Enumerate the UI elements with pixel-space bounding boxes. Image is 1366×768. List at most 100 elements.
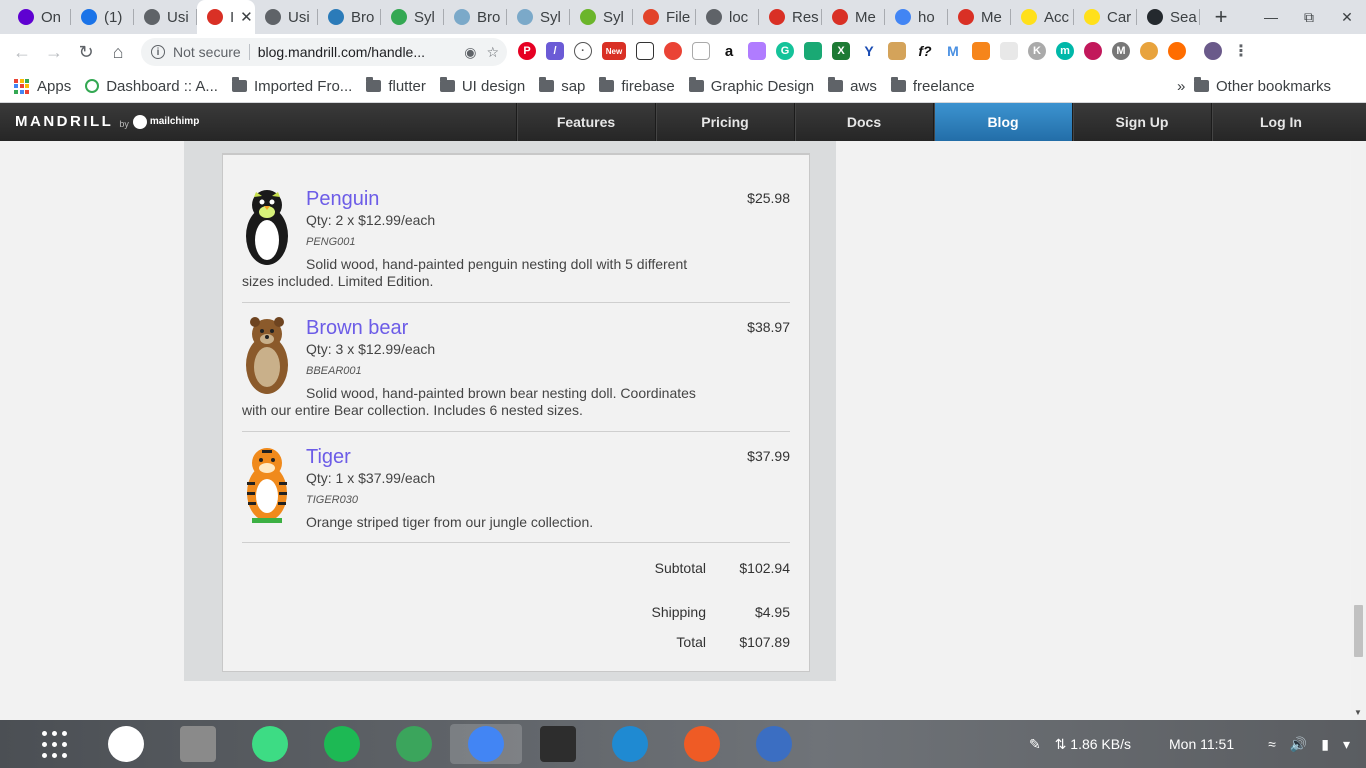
address-bar[interactable]: i Not secure blog.mandrill.com/handle...… (141, 38, 507, 66)
scroll-ext-icon[interactable]: · (574, 42, 592, 60)
back-button[interactable]: ← (6, 36, 38, 68)
forward-button[interactable]: → (38, 36, 70, 68)
blank-ext-icon[interactable] (1000, 42, 1018, 60)
dock-item[interactable] (522, 724, 594, 764)
dock-item[interactable] (90, 724, 162, 764)
browser-tab[interactable]: loc (696, 0, 759, 34)
window-ext-icon[interactable] (692, 42, 710, 60)
nav-link-log-in[interactable]: Log In (1211, 103, 1350, 141)
bottle-ext-icon[interactable] (1140, 42, 1158, 60)
dock-item[interactable] (378, 724, 450, 764)
browser-tab[interactable]: Sea (1137, 0, 1200, 34)
browser-tab[interactable]: On (8, 0, 71, 34)
restore-button[interactable]: ⧉ (1290, 0, 1328, 34)
browser-tab[interactable]: File (633, 0, 696, 34)
pinterest-icon[interactable]: P (518, 42, 536, 60)
bookmark-item[interactable]: firebase (599, 77, 675, 95)
m-ext-icon[interactable]: M (944, 42, 962, 60)
wifi-icon[interactable]: ≈ (1268, 736, 1276, 752)
mandrill-logo[interactable]: MANDRILL by mailchimp (15, 113, 199, 130)
bookmark-item[interactable]: Graphic Design (688, 77, 814, 95)
dock-item[interactable] (594, 724, 666, 764)
scroll-down-arrow[interactable]: ▼ (1354, 708, 1362, 717)
bookmarks-overflow[interactable]: » (1177, 78, 1185, 95)
bookmark-item[interactable]: aws (828, 77, 877, 95)
pencil-icon[interactable]: ✎ (1029, 736, 1041, 753)
item-title[interactable]: Penguin (306, 188, 379, 211)
browser-tab[interactable]: Me (822, 0, 885, 34)
browser-tab[interactable]: Bro (444, 0, 507, 34)
close-window-button[interactable]: ✕ (1328, 0, 1366, 34)
clock[interactable]: Mon 11:51 (1169, 736, 1234, 752)
browser-tab[interactable]: Usi (255, 0, 318, 34)
new-badge-icon[interactable]: New (602, 42, 626, 60)
menu-icon[interactable]: ⋮ (1232, 42, 1250, 60)
bookmark-item[interactable]: freelance (890, 77, 975, 95)
url-text[interactable]: blog.mandrill.com/handle... (258, 44, 425, 60)
volume-icon[interactable]: 🔊 (1290, 736, 1307, 753)
y-ext-icon[interactable]: Y (860, 42, 878, 60)
box-ext-icon[interactable] (888, 42, 906, 60)
browser-tab[interactable]: ho (885, 0, 948, 34)
dock-item[interactable] (162, 724, 234, 764)
grammarly-icon[interactable]: G (776, 42, 794, 60)
new-tab-button[interactable]: + (1206, 0, 1236, 34)
dock-item[interactable] (18, 724, 90, 764)
bookmark-item[interactable]: sap (539, 77, 585, 95)
browser-tab[interactable]: Res (759, 0, 822, 34)
nav-link-pricing[interactable]: Pricing (655, 103, 794, 141)
nav-link-blog[interactable]: Blog (933, 103, 1072, 141)
battery-icon[interactable]: ▮ (1321, 736, 1329, 753)
rocket-ext-icon[interactable] (804, 42, 822, 60)
profile-avatar[interactable] (1204, 42, 1222, 60)
browser-tab[interactable]: I ✕ (197, 0, 255, 34)
dock-item[interactable] (738, 724, 810, 764)
nav-link-features[interactable]: Features (516, 103, 655, 141)
network-speed[interactable]: ⇅ 1.86 KB/s (1055, 736, 1131, 753)
minimize-button[interactable]: — (1252, 0, 1290, 34)
metamask-icon[interactable] (972, 42, 990, 60)
bookmark-item[interactable]: UI design (439, 77, 525, 95)
close-tab-icon[interactable]: ✕ (240, 8, 253, 26)
dock-item[interactable] (666, 724, 738, 764)
browser-tab[interactable]: Acc (1011, 0, 1074, 34)
m-circle-ext-icon[interactable]: m (1056, 42, 1074, 60)
dock-item[interactable] (450, 724, 522, 764)
cookie-icon[interactable]: ◉ (464, 44, 476, 61)
browser-tab[interactable]: Usi (134, 0, 197, 34)
bookmark-item[interactable]: Dashboard :: A... (85, 78, 218, 95)
fire-ext-icon[interactable] (1168, 42, 1186, 60)
screenshot-icon[interactable] (636, 42, 654, 60)
browser-tab[interactable]: Car (1074, 0, 1137, 34)
amazon-icon[interactable]: a (720, 42, 738, 60)
k-ext-icon[interactable]: K (1028, 42, 1046, 60)
item-title[interactable]: Tiger (306, 446, 351, 469)
scrollbar-thumb[interactable] (1354, 605, 1363, 657)
bookmark-item[interactable]: Imported Fro... (231, 77, 352, 95)
browser-tab[interactable]: Me (948, 0, 1011, 34)
eyedropper-icon[interactable]: / (546, 42, 564, 60)
page-scrollbar[interactable]: ▼ (1351, 141, 1366, 720)
browser-tab[interactable]: Bro (318, 0, 381, 34)
bookmark-apps[interactable]: Apps (14, 78, 71, 95)
pen-ext-icon[interactable] (748, 42, 766, 60)
excel-ext-icon[interactable]: X (832, 42, 850, 60)
font-ext-icon[interactable]: f? (916, 42, 934, 60)
bookmark-item[interactable]: flutter (366, 77, 426, 95)
dock-item[interactable] (234, 724, 306, 764)
nav-link-sign-up[interactable]: Sign Up (1072, 103, 1211, 141)
item-title[interactable]: Brown bear (306, 317, 408, 340)
nav-link-docs[interactable]: Docs (794, 103, 933, 141)
colorpick-icon[interactable] (664, 42, 682, 60)
block-ext-icon[interactable] (1084, 42, 1102, 60)
bookmark-star-icon[interactable]: ☆ (486, 44, 499, 61)
info-icon[interactable]: i (151, 45, 165, 59)
browser-tab[interactable]: (1) (71, 0, 134, 34)
browser-tab[interactable]: Syl (507, 0, 570, 34)
browser-tab[interactable]: Syl (570, 0, 633, 34)
bookmark-other[interactable]: Other bookmarks (1194, 77, 1331, 95)
browser-tab[interactable]: Syl (381, 0, 444, 34)
dock-item[interactable] (306, 724, 378, 764)
gray-ext-icon[interactable]: M (1112, 42, 1130, 60)
home-button[interactable]: ⌂ (102, 36, 134, 68)
